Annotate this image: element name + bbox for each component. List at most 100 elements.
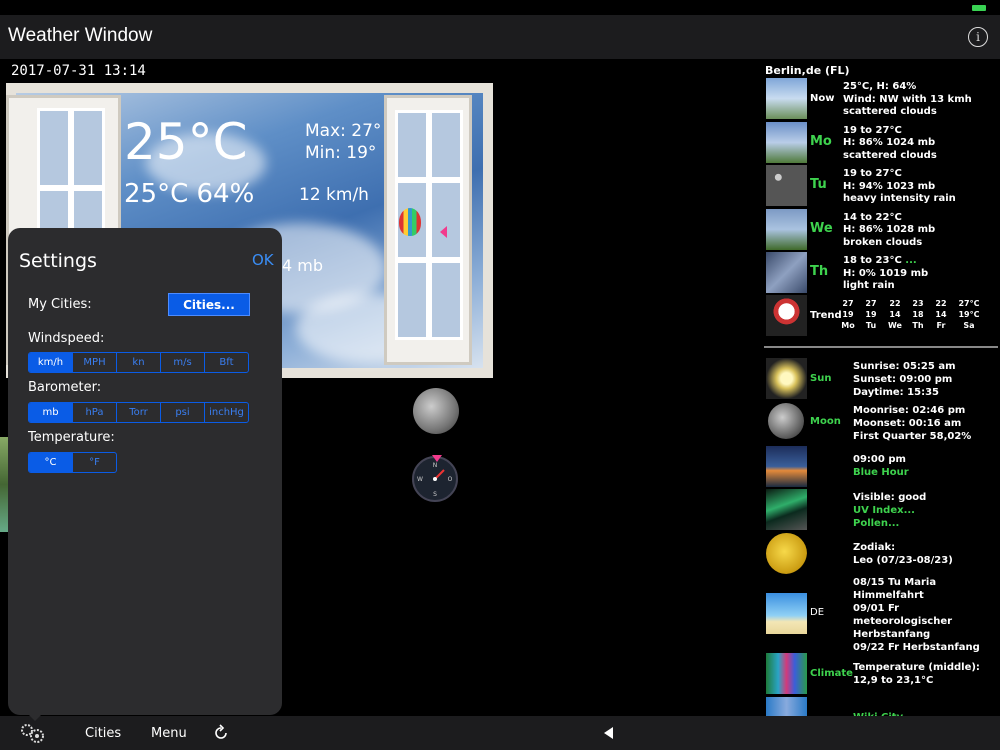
sun-times: Sunrise: 05:25 am Sunset: 09:00 pm Dayti… (853, 361, 956, 398)
barometer-segmented-control: mb hPa Torr psi inchHg (28, 402, 249, 423)
compass-north-marker-icon (432, 455, 442, 462)
trend-lo: 19°C (958, 310, 980, 319)
temperature-option[interactable]: °C (29, 453, 73, 472)
compass-dial-icon: N S W O (417, 462, 453, 498)
forecast-line: 14 to 22°C (843, 211, 902, 223)
forecast-line: heavy intensity rain (843, 193, 956, 205)
thermometer-trend-icon (766, 295, 807, 336)
trend-lo: 19 (842, 310, 854, 319)
climate-icon (766, 653, 807, 694)
settings-ok-button[interactable]: OK (252, 251, 274, 269)
windspeed-option[interactable]: MPH (73, 353, 117, 372)
barometer-option[interactable]: hPa (73, 403, 117, 422)
settings-gears-icon[interactable] (18, 721, 46, 745)
barometer-label: Barometer: (28, 380, 102, 395)
forecast-weather-icon (766, 78, 807, 119)
pollen-link[interactable]: Pollen... (853, 517, 899, 530)
blue-hour-link[interactable]: Blue Hour (853, 466, 909, 479)
blue-hour-time: 09:00 pm (853, 454, 906, 465)
zodiac-leo-icon (766, 533, 807, 574)
forecast-line: H: 0% 1019 mb (843, 267, 929, 279)
forecast-day-label[interactable]: Tu (810, 177, 827, 192)
aurora-visibility: Visible: good (853, 492, 927, 503)
trend-hi: 22 (935, 299, 947, 308)
forecast-line: scattered clouds (843, 106, 937, 118)
bottom-toolbar (0, 716, 1000, 750)
trend-lo: 18 (912, 310, 924, 319)
temperature-option[interactable]: °F (73, 453, 116, 472)
moon-phase-icon[interactable] (413, 388, 459, 434)
barometer-option[interactable]: inchHg (205, 403, 248, 422)
forecast-day-label[interactable]: Now (810, 93, 834, 104)
windspeed-option[interactable]: m/s (161, 353, 205, 372)
beach-holiday-icon (766, 593, 807, 634)
forecast-line: H: 86% 1028 mb (843, 224, 936, 236)
forecast-weather-icon (766, 252, 807, 293)
app-title: Weather Window (8, 25, 153, 46)
panel-divider (764, 346, 998, 348)
battery-icon (972, 5, 986, 11)
windspeed-option[interactable]: km/h (29, 353, 73, 372)
forecast-line: scattered clouds (843, 149, 937, 161)
wind-speed: 12 km/h (299, 185, 369, 205)
hot-air-balloon-icon (399, 208, 421, 236)
cities-tab-button[interactable]: Cities (85, 726, 121, 741)
right-window-shutter (384, 95, 472, 365)
blue-hour-icon (766, 446, 807, 487)
climate-label[interactable]: Climate (810, 668, 853, 679)
trend-day: We (888, 321, 902, 330)
status-bar (0, 0, 1000, 15)
back-triangle-icon[interactable] (604, 727, 613, 739)
trend-day: Sa (963, 321, 975, 330)
holiday-country: DE (810, 607, 825, 618)
feels-like-humidity: 25°C 64% (124, 179, 255, 209)
temperature-label: Temperature: (28, 430, 115, 445)
cities-button[interactable]: Cities... (168, 293, 250, 316)
wind-compass-icon: N S W O (412, 456, 458, 502)
forecast-line: H: 86% 1024 mb (843, 137, 936, 149)
trend-hi: 27 (865, 299, 877, 308)
trend-hi: 27 (842, 299, 854, 308)
info-icon[interactable]: i (968, 27, 988, 47)
uv-index-link[interactable]: UV Index... (853, 504, 915, 517)
trend-day: Th (912, 321, 924, 330)
barometer-option[interactable]: Torr (117, 403, 161, 422)
forecast-day-label[interactable]: Th (810, 264, 828, 279)
climate-text: Temperature (middle): 12,9 to 23,1°C (853, 662, 980, 686)
wiki-city-icon (766, 697, 807, 716)
trend-lo: 14 (889, 310, 901, 319)
windspeed-segmented-control: km/h MPH kn m/s Bft (28, 352, 249, 373)
svg-text:S: S (433, 491, 437, 498)
trend-lo: 14 (935, 310, 947, 319)
forecast-more-link[interactable]: ... (902, 255, 916, 266)
background-image-strip (0, 437, 8, 532)
moon-icon (768, 403, 804, 439)
barometer-option[interactable]: psi (161, 403, 205, 422)
forecast-weather-icon (766, 165, 807, 206)
zodiac-value: Leo (07/23-08/23) (853, 555, 953, 566)
forecast-line: 19 to 27°C (843, 168, 902, 179)
forecast-line: broken clouds (843, 236, 923, 248)
holiday-list: 08/15 Tu Maria Himmelfahrt 09/01 Fr mete… (853, 577, 980, 653)
barometer-option[interactable]: mb (29, 403, 73, 422)
forecast-line: Wind: NW with 13 kmh (843, 93, 972, 105)
pointer-arrow-icon (440, 226, 447, 238)
sun-icon (766, 358, 807, 399)
menu-button[interactable]: Menu (151, 726, 187, 741)
forecast-line: H: 94% 1023 mb (843, 180, 936, 192)
forecast-weather-icon (766, 121, 807, 163)
settings-title: Settings (19, 250, 97, 272)
svg-text:W: W (417, 476, 423, 483)
moon-label: Moon (810, 416, 841, 427)
aurora-icon (766, 489, 807, 530)
windspeed-option[interactable]: kn (117, 353, 161, 372)
forecast-day-label[interactable]: We (810, 221, 833, 236)
windspeed-option[interactable]: Bft (205, 353, 248, 372)
windspeed-label: Windspeed: (28, 331, 105, 346)
zodiac-title: Zodiak: (853, 542, 896, 553)
refresh-icon[interactable] (212, 724, 230, 742)
forecast-day-label[interactable]: Mo (810, 134, 832, 149)
pressure-value: 4 mb (282, 256, 324, 275)
svg-text:N: N (433, 462, 438, 469)
current-datetime: 2017-07-31 13:14 (11, 63, 146, 79)
